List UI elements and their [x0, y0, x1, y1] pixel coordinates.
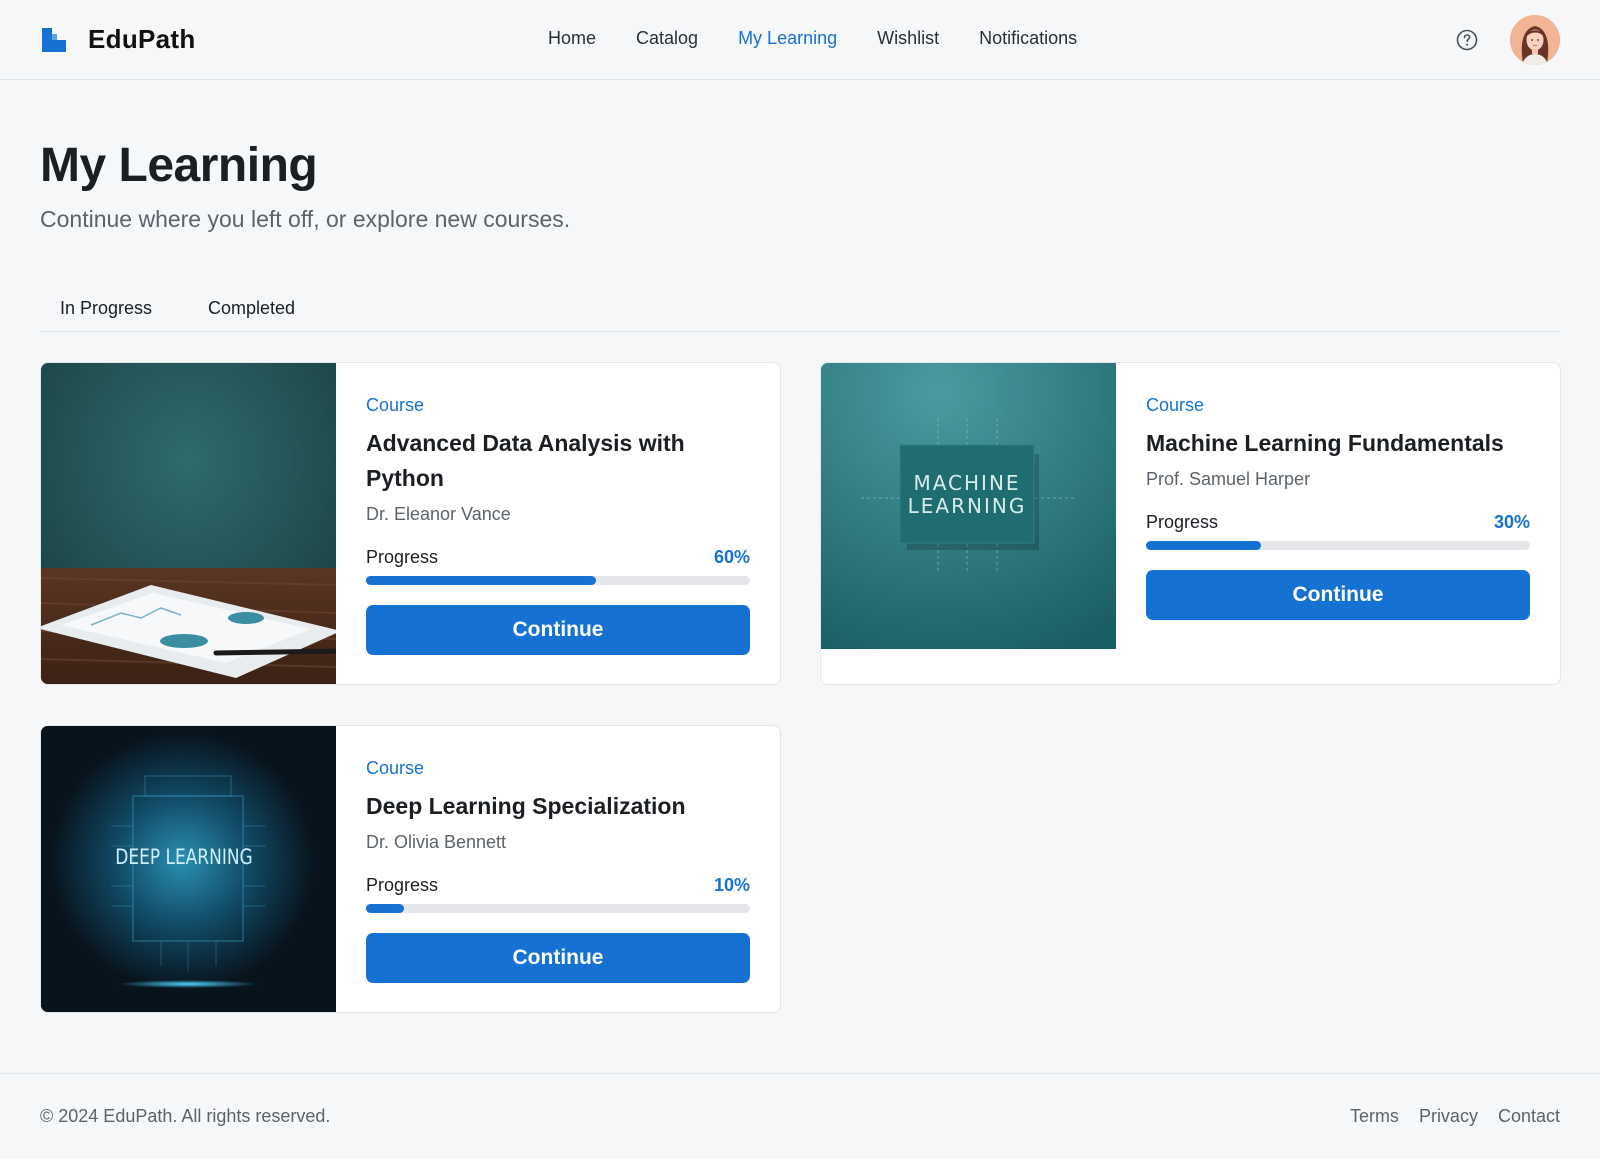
course-thumbnail[interactable] — [41, 363, 344, 684]
footer-link-contact[interactable]: Contact — [1498, 1106, 1560, 1127]
progress-label: Progress — [366, 875, 439, 895]
main-nav: Home Catalog My Learning Wishlist Notifi… — [548, 28, 1117, 49]
footer-link-terms[interactable]: Terms — [1350, 1106, 1399, 1127]
course-title[interactable]: Advanced Data Analysis with Python — [366, 426, 750, 496]
progress-percent: 10% — [713, 875, 750, 895]
course-instructor: Dr. Olivia Bennett — [366, 832, 507, 852]
course-card: DEEP LEARNING Course Deep Learning Speci… — [40, 725, 781, 1013]
help-circle-icon[interactable] — [1456, 29, 1478, 51]
course-type-label: Course — [1146, 395, 1205, 415]
course-title[interactable]: Deep Learning Specialization — [366, 789, 750, 824]
nav-item-my-learning[interactable]: My Learning — [738, 28, 837, 49]
tab-completed[interactable]: Completed — [208, 298, 295, 319]
progress-bar-fill — [366, 904, 405, 913]
progress-percent: 60% — [713, 547, 750, 567]
thumbnail-text: DEEP LEARNING — [115, 844, 252, 869]
course-thumbnail[interactable]: DEEP LEARNING — [41, 726, 336, 1012]
progress-label: Progress — [366, 547, 439, 567]
course-title[interactable]: Machine Learning Fundamentals — [1146, 426, 1530, 461]
brand-logo[interactable]: EduPath — [40, 24, 196, 55]
progress-percent: 30% — [1493, 512, 1530, 532]
progress-bar — [1146, 541, 1530, 550]
top-header: EduPath Home Catalog My Learning Wishlis… — [0, 0, 1600, 80]
progress-row: Progress 60% — [366, 547, 750, 568]
nav-item-home[interactable]: Home — [548, 28, 596, 49]
course-instructor: Dr. Eleanor Vance — [366, 504, 511, 524]
progress-row: Progress 10% — [366, 875, 750, 896]
nav-item-wishlist[interactable]: Wishlist — [877, 28, 939, 49]
nav-item-notifications[interactable]: Notifications — [979, 28, 1077, 49]
continue-button[interactable]: Continue — [366, 933, 750, 983]
page-subtitle: Continue where you left off, or explore … — [40, 206, 571, 232]
course-card: MACHINE LEARNING Course Machine Learning… — [820, 362, 1561, 685]
progress-bar — [366, 904, 750, 913]
progress-bar — [366, 576, 750, 585]
page-title: My Learning — [40, 139, 318, 192]
progress-row: Progress 30% — [1146, 512, 1530, 533]
footer-link-privacy[interactable]: Privacy — [1419, 1106, 1478, 1127]
continue-button[interactable]: Continue — [366, 605, 750, 655]
course-card: Course Advanced Data Analysis with Pytho… — [40, 362, 781, 685]
tab-bar: In Progress Completed — [40, 290, 1560, 332]
copyright-text: © 2024 EduPath. All rights reserved. — [40, 1106, 331, 1126]
user-avatar[interactable] — [1510, 15, 1560, 65]
course-thumbnail[interactable]: MACHINE LEARNING — [821, 363, 1116, 649]
brand-name: EduPath — [88, 24, 196, 54]
progress-bar-fill — [366, 576, 597, 585]
progress-bar-fill — [1146, 541, 1262, 550]
progress-label: Progress — [1146, 512, 1219, 532]
course-instructor: Prof. Samuel Harper — [1146, 469, 1311, 489]
course-type-label: Course — [366, 758, 425, 778]
logo-icon — [40, 26, 68, 54]
tab-in-progress[interactable]: In Progress — [60, 298, 152, 319]
nav-item-catalog[interactable]: Catalog — [636, 28, 698, 49]
continue-button[interactable]: Continue — [1146, 570, 1530, 620]
course-type-label: Course — [366, 395, 425, 415]
footer-links: Terms Privacy Contact — [1330, 1106, 1560, 1127]
thumbnail-text-line-2: LEARNING — [908, 494, 1027, 518]
page-footer: © 2024 EduPath. All rights reserved. Ter… — [0, 1073, 1600, 1159]
thumbnail-text-line-1: MACHINE — [913, 471, 1020, 495]
